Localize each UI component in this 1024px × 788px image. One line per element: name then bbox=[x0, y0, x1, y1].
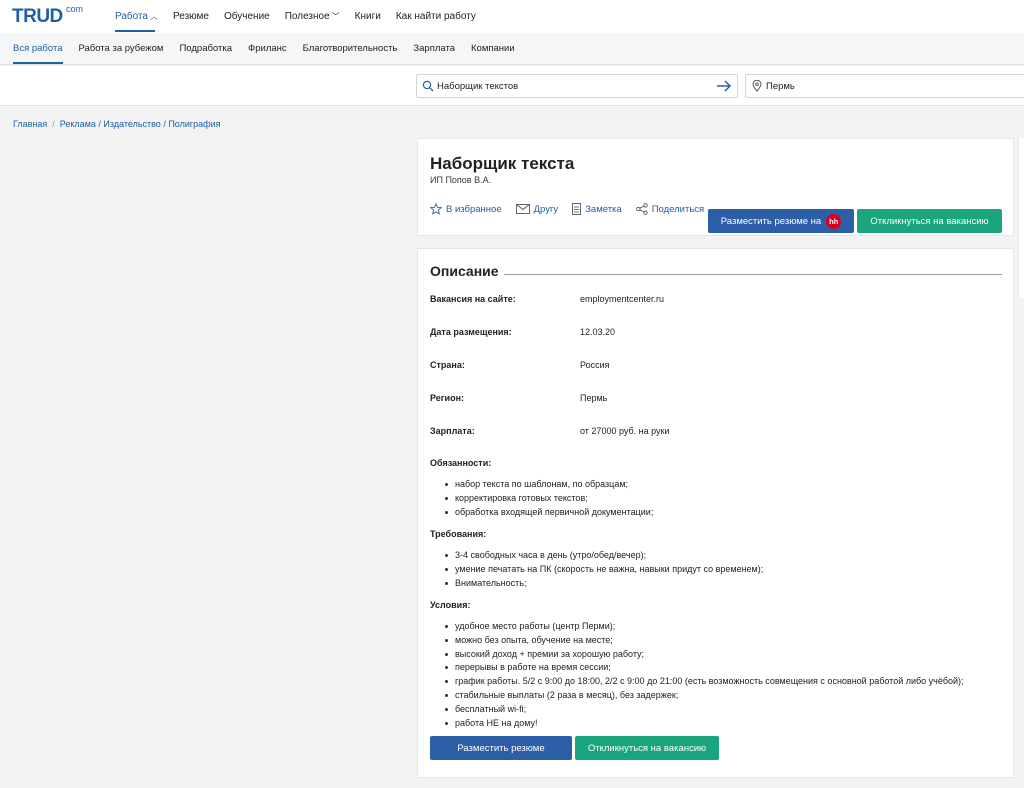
requirements-heading: Требования: bbox=[430, 529, 487, 539]
share-icon bbox=[635, 203, 648, 215]
logo-superscript: com bbox=[66, 4, 84, 14]
favorite-label: В избранное bbox=[446, 203, 502, 215]
trud-logo[interactable]: TRUD bbox=[12, 6, 63, 28]
search-box bbox=[416, 74, 738, 98]
field-label: Дата размещения: bbox=[430, 327, 512, 337]
nav-label: Полезное bbox=[284, 11, 330, 22]
list-item: перерывы в работе на время сессии; bbox=[444, 661, 964, 675]
breadcrumb-separator: / bbox=[52, 119, 55, 129]
breadcrumb-home[interactable]: Главная bbox=[13, 119, 47, 129]
subnav-freelance[interactable]: Фриланс bbox=[248, 43, 287, 54]
list-item: можно без опыта, обучение на месте; bbox=[444, 634, 964, 648]
duties-heading: Обязанности: bbox=[430, 458, 492, 468]
description-title: Описание bbox=[430, 263, 499, 279]
hh-logo-icon: hh bbox=[826, 213, 842, 229]
chevron-up-icon: ︿ bbox=[150, 12, 158, 21]
conditions-list: удобное место работы (центр Перми); можн… bbox=[444, 620, 964, 730]
note-label: Заметка bbox=[585, 203, 622, 215]
subnav-abroad[interactable]: Работа за рубежом bbox=[78, 43, 163, 54]
location-pin-icon bbox=[752, 80, 762, 92]
list-item: бесплатный wi-fi; bbox=[444, 703, 964, 717]
subnav-companies[interactable]: Компании bbox=[471, 43, 515, 54]
top-nav: Работа ︿ Резюме Обучение Полезное ﹀ Книги … bbox=[115, 11, 476, 22]
nav-item-poleznoe[interactable]: Полезное ﹀ bbox=[285, 11, 340, 22]
field-label: Вакансия на сайте: bbox=[430, 294, 516, 304]
apply-button[interactable]: Откликнуться на вакансию bbox=[857, 209, 1002, 233]
field-label: Регион: bbox=[430, 393, 464, 403]
note-icon bbox=[572, 203, 582, 215]
note-action[interactable]: Заметка bbox=[572, 203, 622, 215]
field-value: 12.03.20 bbox=[580, 327, 616, 337]
nav-label: Работа bbox=[115, 11, 148, 22]
subnav-salary[interactable]: Зарплата bbox=[413, 43, 455, 54]
breadcrumb: Главная / Реклама / Издательство / Полиг… bbox=[13, 119, 220, 129]
search-bar bbox=[0, 66, 1024, 106]
apply-button-bottom[interactable]: Откликнуться на вакансию bbox=[575, 736, 719, 760]
list-item: высокий доход + премии за хорошую работу… bbox=[444, 648, 964, 662]
list-item: работа НЕ на дому! bbox=[444, 717, 964, 731]
list-item: умение печатать на ПК (скорость не важна… bbox=[444, 563, 763, 577]
arrow-right-icon[interactable] bbox=[716, 79, 732, 93]
list-item: стабильные выплаты (2 раза в месяц), без… bbox=[444, 689, 964, 703]
duties-list: набор текста по шаблонам, по образцам; к… bbox=[444, 478, 653, 519]
nav-item-knigi[interactable]: Книги bbox=[355, 11, 381, 22]
subnav-all-jobs[interactable]: Вся работа bbox=[13, 43, 62, 54]
chevron-down-icon: ﹀ bbox=[331, 12, 340, 21]
field-value: employmentcenter.ru bbox=[580, 294, 665, 304]
star-icon bbox=[430, 203, 442, 215]
location-input[interactable] bbox=[766, 78, 1016, 94]
right-sidebar-edge bbox=[1018, 138, 1024, 298]
section-divider bbox=[504, 274, 1002, 275]
field-value: Пермь bbox=[580, 393, 608, 403]
job-actions: В избранное Другу Заметка Поделиться bbox=[430, 203, 704, 215]
post-resume-hh-label: Разместить резюме на bbox=[720, 215, 822, 227]
conditions-heading: Условия: bbox=[430, 600, 471, 610]
requirements-list: 3-4 свободных часа в день (утро/обед/веч… bbox=[444, 549, 763, 590]
subnav-charity[interactable]: Благотворительность bbox=[303, 43, 398, 54]
active-subnav-indicator bbox=[13, 62, 63, 64]
share-label: Поделиться bbox=[651, 203, 705, 215]
favorite-action[interactable]: В избранное bbox=[430, 203, 502, 215]
list-item: Внимательность; bbox=[444, 577, 763, 591]
list-item: обработка входящей первичной документаци… bbox=[444, 506, 653, 520]
search-icon bbox=[422, 80, 434, 92]
location-box bbox=[745, 74, 1024, 98]
field-label: Страна: bbox=[430, 360, 465, 370]
active-nav-indicator bbox=[115, 30, 155, 32]
field-value: от 27000 руб. на руки bbox=[580, 426, 670, 436]
list-item: набор текста по шаблонам, по образцам; bbox=[444, 478, 653, 492]
send-friend-action[interactable]: Другу bbox=[515, 203, 559, 215]
field-value: Россия bbox=[580, 360, 610, 370]
nav-item-kak-nayti[interactable]: Как найти работу bbox=[396, 11, 476, 22]
company-name[interactable]: ИП Попов В.А. bbox=[430, 175, 491, 185]
nav-item-obuchenie[interactable]: Обучение bbox=[224, 11, 270, 22]
list-item: корректировка готовых текстов; bbox=[444, 492, 653, 506]
description-card: Описание Вакансия на сайте: employmentce… bbox=[417, 248, 1014, 778]
field-label: Зарплата: bbox=[430, 426, 475, 436]
job-title: Наборщик текста bbox=[430, 154, 575, 173]
share-action[interactable]: Поделиться bbox=[635, 203, 705, 215]
list-item: удобное место работы (центр Перми); bbox=[444, 620, 964, 634]
subnav-part-time[interactable]: Подработка bbox=[179, 43, 232, 54]
nav-item-rabota[interactable]: Работа ︿ bbox=[115, 11, 158, 22]
mail-icon bbox=[515, 204, 530, 214]
breadcrumb-category[interactable]: Реклама / Издательство / Полиграфия bbox=[60, 119, 221, 129]
post-resume-hh-button[interactable]: Разместить резюме на hh bbox=[708, 209, 854, 233]
post-resume-button[interactable]: Разместить резюме bbox=[430, 736, 572, 760]
list-item: 3-4 свободных часа в день (утро/обед/веч… bbox=[444, 549, 763, 563]
top-header: TRUD com Работа ︿ Резюме Обучение Полезно… bbox=[0, 0, 1024, 33]
sub-nav: Вся работа Работа за рубежом Подработка … bbox=[13, 43, 515, 54]
search-input[interactable] bbox=[437, 78, 712, 94]
list-item: график работы. 5/2 с 9:00 до 18:00, 2/2 … bbox=[444, 675, 964, 689]
sub-nav-bar: Вся работа Работа за рубежом Подработка … bbox=[0, 33, 1024, 65]
send-friend-label: Другу bbox=[533, 203, 559, 215]
nav-item-rezume[interactable]: Резюме bbox=[173, 11, 209, 22]
job-header-card: Наборщик текста ИП Попов В.А. В избранно… bbox=[417, 138, 1014, 236]
